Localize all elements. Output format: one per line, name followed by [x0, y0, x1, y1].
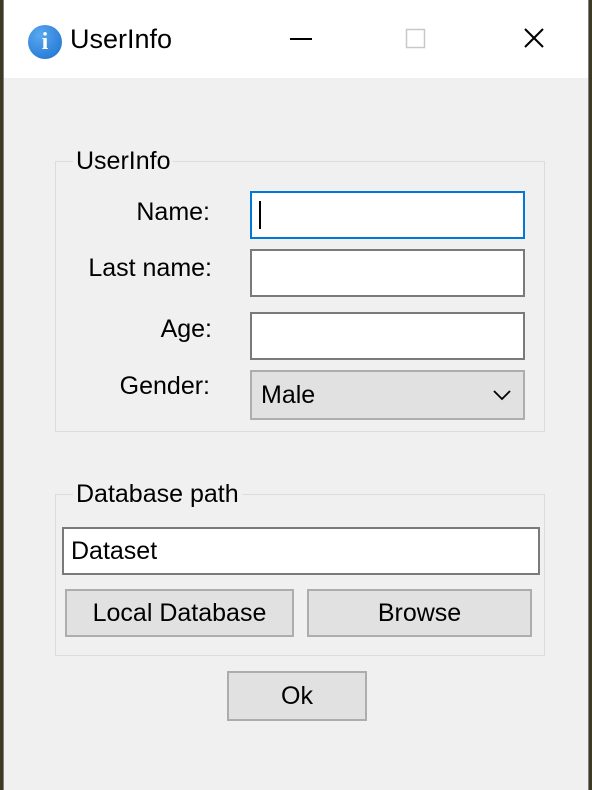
age-input[interactable] — [250, 312, 525, 360]
local-database-button[interactable]: Local Database — [65, 589, 294, 637]
local-database-label: Local Database — [92, 598, 267, 627]
name-label: Name: — [136, 198, 210, 226]
maximize-icon — [405, 28, 426, 49]
info-icon: i — [28, 25, 62, 59]
title-bar[interactable]: i UserInfo — [4, 0, 588, 78]
text-caret — [259, 201, 261, 229]
ok-button[interactable]: Ok — [227, 671, 367, 721]
last-name-label: Last name: — [88, 254, 212, 282]
browse-button[interactable]: Browse — [307, 589, 532, 637]
gender-value: Male — [261, 380, 316, 409]
userinfo-window: i UserInfo UserInfo Name: Last name: Age… — [3, 0, 589, 790]
gender-label: Gender: — [119, 372, 210, 400]
database-path-input[interactable]: Dataset — [62, 527, 540, 575]
close-button[interactable] — [504, 18, 564, 62]
minimize-icon — [290, 38, 312, 40]
age-label: Age: — [160, 315, 212, 343]
chevron-down-icon — [493, 390, 511, 401]
close-icon — [524, 28, 544, 48]
maximize-button — [386, 18, 446, 62]
window-title: UserInfo — [70, 24, 173, 54]
database-group-title: Database path — [76, 480, 239, 508]
browse-label: Browse — [377, 598, 462, 627]
database-path-value: Dataset — [71, 536, 158, 565]
ok-label: Ok — [281, 681, 313, 710]
name-input[interactable] — [250, 191, 525, 239]
gender-select[interactable]: Male — [250, 370, 525, 420]
minimize-button[interactable] — [271, 18, 331, 62]
last-name-input[interactable] — [250, 249, 525, 297]
userinfo-group-title: UserInfo — [76, 147, 171, 175]
